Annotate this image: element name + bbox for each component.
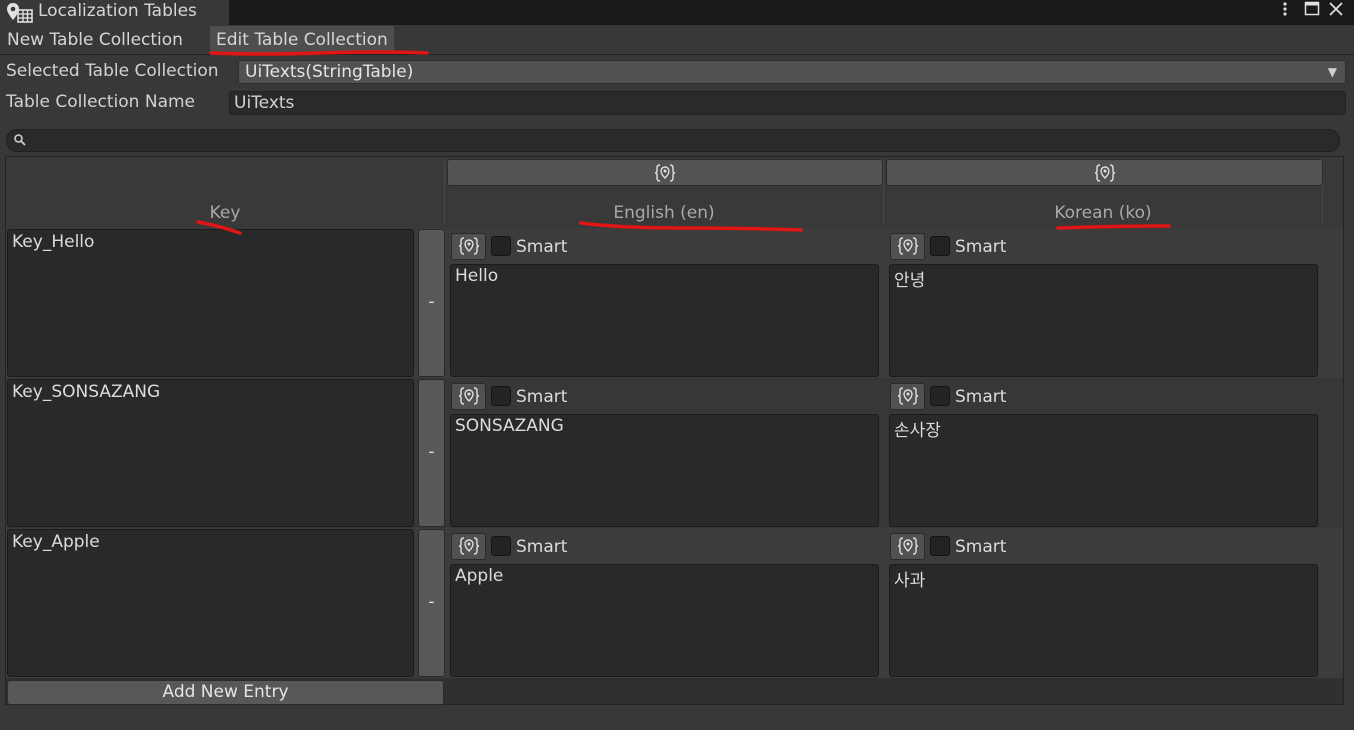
dropdown-arrow-icon: ▼: [1327, 65, 1337, 79]
smart-checkbox[interactable]: [930, 536, 950, 556]
key-field[interactable]: Key_SONSAZANG: [7, 379, 414, 527]
locale-metadata-icon: [897, 537, 919, 555]
column-header-english[interactable]: English (en): [445, 203, 883, 223]
key-value: Key_SONSAZANG: [12, 382, 161, 402]
table-collection-name-field[interactable]: UiTexts: [229, 91, 1346, 115]
smart-checkbox[interactable]: [930, 236, 950, 256]
entry-metadata-button[interactable]: [890, 233, 925, 260]
remove-entry-button[interactable]: -: [418, 379, 445, 527]
selected-table-collection-label: Selected Table Collection: [6, 61, 219, 81]
entry-text-en[interactable]: Apple: [450, 564, 879, 677]
close-icon[interactable]: [1328, 0, 1344, 20]
locale-metadata-icon: [654, 164, 676, 182]
table-collection-name-label: Table Collection Name: [6, 92, 196, 112]
key-field[interactable]: Key_Apple: [7, 529, 414, 677]
selected-table-collection-dropdown[interactable]: UiTexts(StringTable) ▼: [238, 60, 1346, 84]
entry-text-ko[interactable]: 사과: [889, 564, 1318, 677]
entry-text-en-value: Apple: [455, 566, 504, 586]
remove-entry-button[interactable]: -: [418, 529, 445, 677]
smart-label: Smart: [955, 237, 1007, 257]
entry-text-ko-value: 사과: [894, 571, 926, 591]
remove-entry-label: -: [428, 442, 435, 462]
entry-metadata-button[interactable]: [890, 383, 925, 410]
smart-label: Smart: [516, 237, 568, 257]
locale-en-settings-button[interactable]: [447, 159, 883, 186]
more-vert-icon[interactable]: [1279, 0, 1291, 20]
tab-new-table-collection[interactable]: New Table Collection: [1, 26, 189, 54]
entry-text-ko-value: 안녕: [894, 271, 926, 291]
remove-entry-label: -: [428, 592, 435, 612]
map-pin-table-icon: [7, 3, 33, 23]
smart-checkbox[interactable]: [491, 236, 511, 256]
entry-metadata-button[interactable]: [451, 233, 486, 260]
add-new-entry-button[interactable]: Add New Entry: [7, 680, 444, 705]
smart-label: Smart: [955, 537, 1007, 557]
locale-metadata-icon: [1094, 164, 1116, 182]
window-title: Localization Tables: [38, 1, 197, 21]
smart-label: Smart: [516, 387, 568, 407]
entry-metadata-button[interactable]: [451, 383, 486, 410]
entry-text-en[interactable]: SONSAZANG: [450, 414, 879, 527]
search-icon: [14, 134, 26, 146]
locale-metadata-icon: [897, 237, 919, 255]
key-value: Key_Apple: [12, 532, 100, 552]
entry-text-en-value: SONSAZANG: [455, 416, 564, 436]
locale-metadata-icon: [897, 387, 919, 405]
entry-metadata-button[interactable]: [451, 533, 486, 560]
key-value: Key_Hello: [12, 232, 95, 252]
maximize-icon[interactable]: [1304, 0, 1320, 20]
smart-label: Smart: [516, 537, 568, 557]
entry-text-ko[interactable]: 안녕: [889, 264, 1318, 377]
entry-text-ko[interactable]: 손사장: [889, 414, 1318, 527]
selected-table-collection-value: UiTexts(StringTable): [245, 62, 414, 82]
column-header-key[interactable]: Key: [6, 203, 444, 223]
search-input[interactable]: [6, 129, 1340, 152]
smart-checkbox[interactable]: [491, 536, 511, 556]
tab-edit-table-collection[interactable]: Edit Table Collection: [210, 26, 394, 54]
locale-ko-settings-button[interactable]: [886, 159, 1323, 186]
table-collection-name-value: UiTexts: [234, 93, 295, 113]
entry-text-en-value: Hello: [455, 266, 499, 286]
column-header-korean[interactable]: Korean (ko): [884, 203, 1322, 223]
locale-metadata-icon: [458, 537, 480, 555]
key-field[interactable]: Key_Hello: [7, 229, 414, 377]
entry-metadata-button[interactable]: [890, 533, 925, 560]
smart-label: Smart: [955, 387, 1007, 407]
smart-checkbox[interactable]: [930, 386, 950, 406]
entry-text-en[interactable]: Hello: [450, 264, 879, 377]
tab-bar: [0, 25, 1354, 55]
locale-metadata-icon: [458, 387, 480, 405]
smart-checkbox[interactable]: [491, 386, 511, 406]
entry-text-ko-value: 손사장: [894, 421, 941, 441]
remove-entry-button[interactable]: -: [418, 229, 445, 377]
locale-metadata-icon: [458, 237, 480, 255]
remove-entry-label: -: [428, 292, 435, 312]
